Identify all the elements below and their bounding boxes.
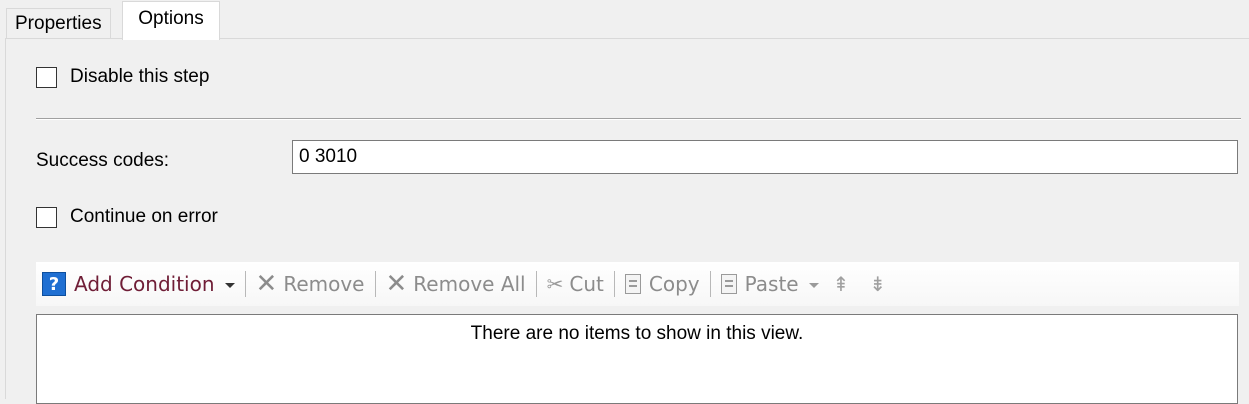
chevron-down-icon[interactable] [224,282,235,288]
cut-button[interactable]: ✂ Cut [543,269,608,299]
tab-properties[interactable]: Properties [6,8,111,39]
copy-icon [624,274,641,294]
cut-label: Cut [569,272,604,296]
success-codes-input[interactable] [292,140,1238,174]
continue-on-error-checkbox-row[interactable]: Continue on error [36,206,218,228]
clipboard-icon [720,274,737,294]
disable-step-checkbox-row[interactable]: Disable this step [36,66,209,88]
paste-label: Paste [744,272,799,296]
chevron-down-icon[interactable] [808,282,819,288]
add-condition-label: Add Condition [74,272,215,296]
continue-on-error-label: Continue on error [70,206,218,227]
remove-all-label: Remove All [413,272,526,296]
x-icon: ✕ [385,269,408,299]
move-up-button[interactable]: ⇞ [823,269,860,299]
move-down-button[interactable]: ⇟ [859,269,896,299]
disable-step-checkbox[interactable] [36,66,57,88]
scissors-icon: ✂ [546,272,564,296]
conditions-list[interactable]: There are no items to show in this view. [36,314,1238,404]
x-icon: ✕ [255,269,278,299]
copy-label: Copy [648,272,700,296]
move-down-icon: ⇟ [869,272,887,296]
toolbar-separator [535,271,537,297]
toolbar-separator [709,271,711,297]
move-up-icon: ⇞ [832,272,850,296]
empty-list-message: There are no items to show in this view. [470,323,804,344]
success-codes-label: Success codes: [36,150,170,171]
remove-button[interactable]: ✕ Remove [252,269,369,299]
divider [36,118,1241,120]
help-icon: ? [42,272,66,296]
continue-on-error-checkbox[interactable] [36,206,57,228]
disable-step-label: Disable this step [70,66,210,87]
paste-button[interactable]: Paste [717,269,823,299]
toolbar-separator [244,271,246,297]
tab-options[interactable]: Options [122,1,220,40]
add-condition-button[interactable]: ? Add Condition [36,269,239,299]
copy-button[interactable]: Copy [621,269,704,299]
remove-all-button[interactable]: ✕ Remove All [382,269,530,299]
conditions-toolbar: ? Add Condition ✕ Remove ✕ Remove All ✂ … [36,262,1239,306]
remove-label: Remove [283,272,365,296]
tab-strip: Properties Options [0,0,1249,40]
toolbar-separator [613,271,615,297]
toolbar-separator [374,271,376,297]
